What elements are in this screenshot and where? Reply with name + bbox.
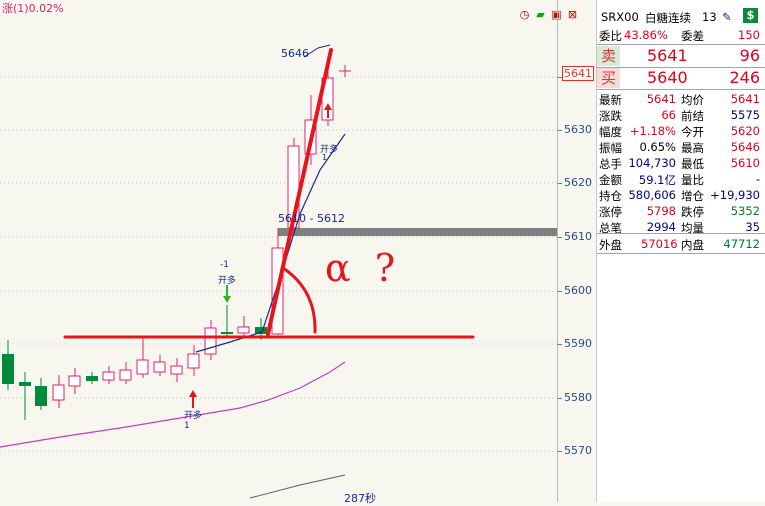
symbol-name: 白糖连续 <box>645 11 691 25</box>
sell-label: 卖 <box>597 46 620 66</box>
buy-price: 5640 <box>647 68 688 87</box>
ma-bottom-line <box>249 474 346 499</box>
quote-value: 5352 <box>730 204 760 218</box>
candle <box>204 320 217 360</box>
quote-panel: SRX00 白糖连续 13 ✎ $ 委比 43.86% 委差 150 卖 564… <box>596 0 765 502</box>
quote-value: 5610 <box>730 156 760 170</box>
quote-value: 580,606 <box>628 188 676 202</box>
price-tick: 5580 <box>564 391 592 404</box>
inner-value: 47712 <box>723 237 760 251</box>
candle <box>19 372 31 420</box>
quote-value: - <box>755 172 760 186</box>
handwriting-annotation: α ? <box>325 246 402 290</box>
last-price-box: 5641 <box>562 66 594 81</box>
candle <box>170 358 183 382</box>
quote-value: 5798 <box>646 204 676 218</box>
quote-value: 0.65% <box>639 140 676 154</box>
buy-label: 买 <box>597 68 620 88</box>
diff-value: 150 <box>738 28 760 42</box>
candle <box>2 340 14 390</box>
quote-value: 5641 <box>730 92 760 106</box>
open-long-top-label: 开多 <box>218 276 237 286</box>
buy-volume: 246 <box>729 68 760 87</box>
quote-value: 5575 <box>730 108 760 122</box>
quote-value: 66 <box>661 108 676 122</box>
price-tick: 5570 <box>564 444 592 457</box>
open-long-top-num: -1 <box>220 260 229 270</box>
dollar-icon[interactable]: $ <box>743 8 758 23</box>
ratio-label: 委比 <box>599 29 622 43</box>
sell-row[interactable]: 卖 5641 96 <box>597 46 765 66</box>
trend-line <box>266 48 333 336</box>
seconds-label: 287秒 <box>344 492 376 505</box>
kline-plot <box>0 44 557 499</box>
open-long-left-num: 1 <box>184 421 190 431</box>
open-long-left-label: 开多 <box>184 411 203 421</box>
quote-value: +1.18% <box>629 124 676 138</box>
candle <box>35 378 47 410</box>
open-long-mid-num: 1 <box>322 153 328 162</box>
quote-value: 2994 <box>646 220 676 234</box>
up-arrow-left <box>189 390 197 408</box>
down-arrow-green <box>223 285 231 303</box>
quote-value: +19,930 <box>710 188 760 202</box>
ma-long-line <box>0 361 346 448</box>
ratio-value: 43.86% <box>624 28 668 42</box>
angle-arc <box>281 266 317 334</box>
last-price-cross <box>339 65 351 77</box>
candle <box>237 316 250 336</box>
sell-volume: 96 <box>739 46 760 65</box>
outer-inner-row: 外盘 57016 内盘 47712 <box>597 235 765 253</box>
diff-label: 委差 <box>681 29 704 43</box>
range-label: 5610 - 5612 <box>278 212 345 225</box>
candle <box>136 338 149 378</box>
inner-label: 内盘 <box>681 238 704 252</box>
candle <box>102 366 115 384</box>
price-tick: 5630 <box>564 123 592 136</box>
quote-title-row: SRX00 白糖连续 13 ✎ $ <box>597 8 765 26</box>
quote-value: 5620 <box>730 124 760 138</box>
quote-value: 5641 <box>646 92 676 106</box>
sell-price: 5641 <box>647 46 688 65</box>
order-ratio-row: 委比 43.86% 委差 150 <box>597 26 765 44</box>
outer-label: 外盘 <box>599 238 622 252</box>
outer-value: 57016 <box>641 237 678 251</box>
range-band <box>278 228 557 236</box>
price-tick: 5590 <box>564 337 592 350</box>
symbol-code: SRX00 <box>601 10 639 24</box>
candle <box>119 362 132 384</box>
candle <box>221 305 233 336</box>
quote-value: 104,730 <box>628 156 676 170</box>
price-tick: 5620 <box>564 176 592 189</box>
price-tick: 5600 <box>564 284 592 297</box>
price-tick: 5610 <box>564 230 592 243</box>
period: 13 <box>702 10 717 24</box>
candle <box>52 375 65 408</box>
buy-row[interactable]: 买 5640 246 <box>597 68 765 88</box>
kline-chart-panel[interactable]: 涨(1)0.02% ◷ ▰ ▣ ⊠ 5646 5610 - 5612 开多 1 … <box>0 0 596 505</box>
candle <box>68 368 81 394</box>
quote-value: 35 <box>745 220 760 234</box>
high-label: 5646 <box>281 47 309 60</box>
quote-value: 5646 <box>730 140 760 154</box>
candles <box>2 65 351 420</box>
candle <box>153 355 166 376</box>
wrench-icon[interactable]: ✎ <box>722 10 732 24</box>
candle <box>187 345 200 376</box>
hand-drawn-marks <box>63 48 475 339</box>
price-axis: 5630 5620 5610 5600 5590 5580 5570 5641 <box>557 0 596 502</box>
candle <box>86 372 98 384</box>
